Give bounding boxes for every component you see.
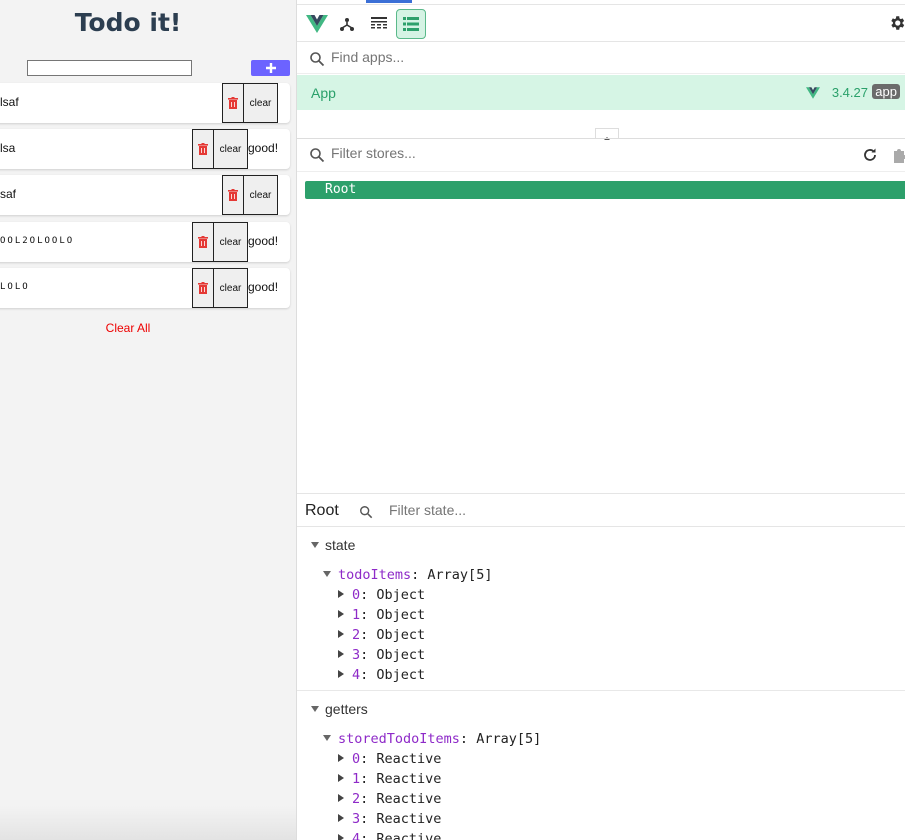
todo-item-text: LOLO	[0, 282, 30, 292]
search-icon	[310, 148, 325, 163]
delete-button[interactable]	[222, 175, 244, 215]
todo-app-panel: Todo it! lsaf clear lsa clear good! saf …	[0, 0, 296, 840]
tree-prop[interactable]: todoItems: Array[5]	[338, 567, 492, 583]
inspector-title: Root	[305, 502, 339, 519]
clear-button[interactable]: clear	[243, 83, 278, 123]
devtools-toolbar	[297, 4, 905, 42]
new-todo-input[interactable]	[27, 60, 192, 76]
tree-child[interactable]: 3: Object	[352, 647, 425, 663]
good-label: good!	[248, 141, 279, 155]
prop-key: todoItems	[338, 567, 412, 583]
clear-button[interactable]: clear	[243, 175, 278, 215]
good-label: good!	[248, 234, 279, 248]
vue-version: 3.4.27	[831, 85, 868, 100]
delete-button[interactable]	[192, 222, 214, 262]
bottom-shade	[0, 806, 296, 840]
todo-item: OOL2OLOOLO clear good!	[0, 222, 290, 262]
todo-item-text: lsa	[0, 141, 16, 155]
tree-prop[interactable]: storedTodoItems: Array[5]	[338, 731, 541, 747]
tree-child[interactable]: 2: Object	[352, 627, 425, 643]
todo-item-text: lsaf	[0, 95, 19, 109]
trash-icon	[198, 236, 208, 248]
timeline-icon[interactable]	[367, 12, 391, 36]
plus-icon	[265, 63, 276, 73]
expand-triangle-icon[interactable]	[338, 630, 344, 638]
clear-button[interactable]: clear	[213, 129, 248, 169]
tree-child[interactable]: 0: Object	[352, 587, 425, 603]
vue-logo-icon[interactable]	[305, 12, 329, 36]
getters-section: getters storedTodoItems: Array[5] 0: Rea…	[297, 691, 905, 840]
collapse-triangle-icon[interactable]	[311, 706, 319, 712]
good-label: good!	[248, 280, 279, 294]
expand-triangle-icon[interactable]	[338, 814, 344, 822]
find-apps-bar	[297, 43, 905, 74]
section-label: state	[325, 537, 356, 553]
search-icon	[310, 52, 325, 67]
trash-icon	[198, 282, 208, 294]
tree-child[interactable]: 4: Reactive	[352, 831, 441, 840]
vue-devtools-panel: App 3.4.27 app Root Root state todoItems…	[296, 0, 905, 840]
expand-triangle-icon[interactable]	[338, 590, 344, 598]
app-name: App	[311, 85, 336, 101]
delete-button[interactable]	[222, 83, 244, 123]
tree-child[interactable]: 3: Reactive	[352, 811, 441, 827]
filter-stores-input[interactable]	[331, 145, 731, 161]
collapse-triangle-icon[interactable]	[311, 542, 319, 548]
expand-triangle-icon[interactable]	[338, 774, 344, 782]
tree-child[interactable]: 0: Reactive	[352, 751, 441, 767]
todo-title: Todo it!	[74, 8, 182, 37]
vue-logo-icon	[806, 87, 820, 99]
state-inspector-header: Root	[297, 493, 905, 527]
tree-child[interactable]: 4: Object	[352, 667, 425, 683]
puzzle-icon[interactable]	[892, 147, 905, 163]
app-row[interactable]: App 3.4.27 app	[297, 75, 905, 110]
prop-key: storedTodoItems	[338, 731, 460, 747]
gear-icon[interactable]	[888, 14, 905, 32]
todo-item: LOLO clear good!	[0, 268, 290, 308]
filter-stores-bar	[297, 139, 905, 172]
delete-button[interactable]	[192, 268, 214, 308]
expand-triangle-icon[interactable]	[338, 670, 344, 678]
collapse-triangle-icon[interactable]	[323, 735, 331, 741]
expand-triangle-icon[interactable]	[338, 610, 344, 618]
expand-triangle-icon[interactable]	[338, 754, 344, 762]
trash-icon	[228, 189, 238, 201]
trash-icon	[228, 97, 238, 109]
collapse-triangle-icon[interactable]	[323, 571, 331, 577]
expand-triangle-icon[interactable]	[338, 834, 344, 840]
pinia-stores-icon[interactable]	[396, 9, 426, 39]
component-tree-icon[interactable]	[335, 12, 359, 36]
filter-state-input[interactable]	[389, 502, 689, 518]
trash-icon	[198, 143, 208, 155]
store-root-item[interactable]: Root	[305, 181, 905, 199]
prop-value: Array[5]	[476, 731, 542, 747]
active-tab-indicator	[366, 0, 412, 3]
tree-child[interactable]: 1: Object	[352, 607, 425, 623]
search-icon	[360, 506, 373, 519]
clear-button[interactable]: clear	[213, 268, 248, 308]
split-handle[interactable]	[595, 128, 619, 140]
todo-item: saf clear	[0, 175, 290, 215]
clear-button[interactable]: clear	[213, 222, 248, 262]
delete-button[interactable]	[192, 129, 214, 169]
prop-value: Array[5]	[427, 567, 493, 583]
clear-all-link[interactable]: Clear All	[0, 321, 256, 335]
todo-item: lsaf clear	[0, 83, 290, 123]
refresh-icon[interactable]	[862, 147, 878, 163]
tree-child[interactable]: 2: Reactive	[352, 791, 441, 807]
tree-child[interactable]: 1: Reactive	[352, 771, 441, 787]
todo-item: lsa clear good!	[0, 129, 290, 169]
app-badge: app	[872, 84, 900, 99]
todo-item-text: OOL2OLOOLO	[0, 236, 75, 246]
section-label: getters	[325, 701, 368, 717]
add-todo-button[interactable]	[251, 60, 290, 76]
find-apps-input[interactable]	[331, 49, 731, 65]
todo-item-text: saf	[0, 187, 17, 201]
state-section: state todoItems: Array[5] 0: Object 1: O…	[297, 527, 905, 689]
expand-triangle-icon[interactable]	[338, 650, 344, 658]
expand-triangle-icon[interactable]	[338, 794, 344, 802]
